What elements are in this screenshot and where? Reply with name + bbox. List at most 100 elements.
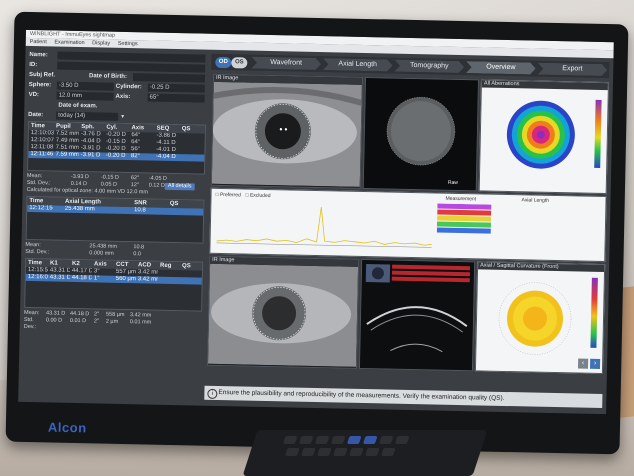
- menu-examination[interactable]: Examination: [54, 39, 84, 46]
- calc-value: 4.00 mm: [94, 188, 116, 195]
- table-cell: 43.31 D: [49, 274, 70, 281]
- axial-signal-panel: □ Preferred □ Excluded Measurement Axial…: [209, 187, 607, 263]
- table-cell: 560 µm: [115, 275, 136, 283]
- tomography-scan: [359, 259, 475, 371]
- table-cell: [158, 277, 180, 284]
- tomography-panel: [358, 258, 476, 372]
- curvature-panel: Axial / Sagittal Curvature (Front) ‹ ›: [474, 261, 606, 375]
- axial-stats: Mean: 25.438 mm 10.8 Std. Dev.: 0.000 mm…: [25, 242, 203, 260]
- axial-std-length: 0.000 mm: [89, 250, 114, 257]
- kerato-stats: Mean: 43.31 D 44.18 D 2° 558 µm 3.42 mm …: [23, 310, 202, 331]
- vd-value: 12.0 mm: [56, 91, 114, 101]
- checkbox-icon: □: [215, 191, 219, 198]
- tab-overview[interactable]: Overview: [466, 61, 536, 74]
- vd-label: VD:: [28, 91, 40, 98]
- date-select[interactable]: today (14): [56, 111, 119, 121]
- key: [282, 436, 298, 444]
- table-cell: -3.91 D: [80, 152, 101, 159]
- table-cell: 82°: [130, 153, 141, 160]
- table-cell: 25.438 mm: [64, 205, 95, 213]
- kerato-std-label: Std. Dev.:: [23, 316, 37, 331]
- chevron-down-icon[interactable]: ▼: [120, 113, 125, 119]
- axis-value: 65°: [147, 92, 205, 103]
- tab-export[interactable]: Export: [538, 63, 608, 76]
- excluded-label: Excluded: [249, 192, 271, 200]
- os-button[interactable]: OS: [231, 56, 248, 69]
- dob-label: Date of Birth:: [88, 72, 128, 80]
- table-cell: [168, 208, 204, 216]
- subj-ref-label: Subj Ref.: [28, 71, 56, 79]
- key: [349, 448, 364, 456]
- sphere-label: Sphere:: [28, 81, 52, 88]
- key: [285, 448, 300, 456]
- kerato-rows: 12:15:59 43.31 D 44.17 D 3° 557 µm 3.42 mm 12:…: [25, 267, 202, 311]
- checkbox-icon: □: [245, 192, 249, 199]
- refraction-table: Time Pupil Sph. Cyl. Axis SEQ QS 12:10:0…: [27, 120, 207, 175]
- axial-std-label: Std. Dev.:: [25, 248, 50, 256]
- kerato-std-axis: 2°: [93, 318, 100, 325]
- table-cell: [179, 154, 204, 162]
- calc-vd: VD 12.0 mm: [117, 188, 149, 196]
- axial-length-table: Time Axial Length SNR QS 12:12:15 25.438 …: [25, 195, 205, 244]
- preferred-label: Preferred: [219, 191, 241, 199]
- refraction-rows: 12:10:03 7.52 mm -3.76 D -0.20 D 64° -3.86 D1…: [28, 130, 205, 174]
- table-cell: 44.18 D: [71, 274, 92, 282]
- refraction-stats: Mean: -3.93 D -0.15 D 62° -4.05 D Std. D…: [27, 173, 205, 198]
- tab-wavefront[interactable]: Wavefront: [251, 57, 321, 70]
- curvature-map: [498, 277, 598, 355]
- name-label: Name:: [29, 51, 48, 58]
- dob-field[interactable]: [132, 72, 206, 83]
- key: [394, 436, 410, 444]
- menu-display[interactable]: Display: [92, 40, 110, 46]
- menu-settings[interactable]: Settings: [118, 41, 138, 47]
- eye-image-top: [211, 81, 363, 187]
- axis-label: Axis:: [115, 93, 131, 100]
- key-blue: [346, 436, 362, 444]
- hartmann-image-panel: Raw: [362, 76, 480, 192]
- key: [330, 436, 346, 444]
- table-cell: [180, 277, 202, 284]
- date-label: Date:: [28, 111, 44, 118]
- menu-patient[interactable]: Patient: [30, 39, 47, 45]
- info-icon: i: [207, 388, 218, 399]
- kerato-std-acd: 0.01 mm: [129, 319, 152, 326]
- footer-message: Ensure the plausibility and reproducibil…: [218, 388, 505, 402]
- calc-label: Calculated for optical zone:: [26, 186, 94, 195]
- all-details-button[interactable]: All details: [164, 182, 195, 191]
- aberration-map: [506, 99, 602, 169]
- axial-length-label: Axial Length: [521, 197, 550, 204]
- tab-axial-length[interactable]: Axial Length: [323, 58, 393, 71]
- eye-selector: OD OS: [215, 56, 248, 69]
- kerato-std-cct: 2 µm: [105, 318, 119, 325]
- chevron-left-icon[interactable]: ‹: [577, 358, 589, 369]
- table-cell: -0.20 D: [105, 152, 126, 159]
- od-button[interactable]: OD: [215, 56, 232, 68]
- status-footer: i Ensure the plausibility and reproducib…: [204, 385, 603, 409]
- table-cell: 12:11:46: [30, 151, 54, 158]
- excluded-option[interactable]: □ Excluded: [245, 193, 270, 200]
- keratometry-table: Time K1 K2 Axis CCT ACD Reg QS 12:15:59 4…: [24, 257, 204, 312]
- key: [301, 448, 316, 456]
- wavefront-spot-image: [363, 78, 479, 191]
- kerato-std-k2: 0.01 D: [69, 317, 87, 325]
- chevron-right-icon[interactable]: ›: [589, 358, 601, 369]
- table-cell: 1°: [93, 275, 100, 282]
- key: [317, 448, 332, 456]
- measurement-label: Measurement: [445, 195, 477, 203]
- measurement-bars: [436, 203, 492, 234]
- date-exam-label: Date of exam.: [58, 102, 98, 109]
- main-area: OD OS Wavefront Axial Length Tomography …: [204, 53, 610, 409]
- axial-std-snr: 0.0: [133, 251, 142, 258]
- key: [333, 448, 348, 456]
- aberrations-panel: All Aberrations: [478, 79, 609, 195]
- table-cell: 3.42 mm: [137, 276, 158, 283]
- preferred-option[interactable]: □ Preferred: [215, 192, 240, 199]
- table-cell: 10.8: [133, 207, 146, 214]
- table-cell: 7.59 mm: [55, 151, 79, 159]
- patient-panel: Name: ID: Subj Ref. Date of Birth: Spher…: [22, 50, 207, 396]
- table-cell: -4.04 D: [155, 153, 176, 161]
- tab-tomography[interactable]: Tomography: [394, 60, 464, 73]
- key: [365, 448, 380, 456]
- raw-label: Raw: [447, 179, 458, 186]
- ir-image-top-panel: IR Image: [210, 73, 364, 189]
